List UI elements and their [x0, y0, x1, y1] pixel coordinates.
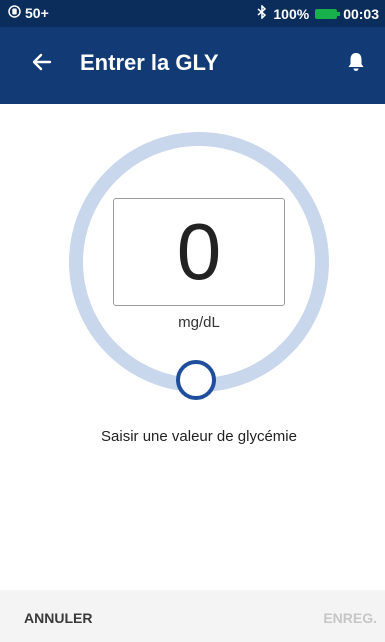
slider-knob[interactable]: [176, 360, 216, 400]
glucose-value-input[interactable]: 0: [113, 198, 285, 306]
action-bar: ANNULER ENREG.: [0, 590, 385, 642]
battery-icon: [315, 8, 341, 19]
save-button[interactable]: ENREG.: [323, 610, 377, 626]
bluetooth-icon: [257, 4, 267, 22]
status-left: 50+: [8, 5, 49, 21]
status-bar: 50+ 100% 00:03: [0, 0, 385, 27]
back-arrow-icon: [32, 52, 52, 77]
bell-icon: [347, 52, 365, 77]
back-button[interactable]: [26, 48, 58, 80]
page-title: Entrer la GLY: [80, 50, 219, 75]
battery-percent: 100%: [273, 5, 310, 22]
signal-text: 50+: [25, 5, 49, 21]
notifications-button[interactable]: [341, 49, 371, 79]
unit-label: mg/dL: [178, 314, 220, 331]
screen: 50+ 100% 00:03 Entrer la GLY 0 mg/dL Sai…: [0, 0, 385, 642]
cancel-button[interactable]: ANNULER: [24, 610, 92, 626]
glucose-value: 0: [176, 207, 222, 296]
app-bar: Entrer la GLY: [0, 27, 385, 104]
instruction-text: Saisir une valeur de glycémie: [101, 428, 297, 445]
sim-icon: [8, 5, 21, 21]
clock: 00:03: [343, 5, 379, 22]
status-right: 100% 00:03: [257, 4, 379, 22]
